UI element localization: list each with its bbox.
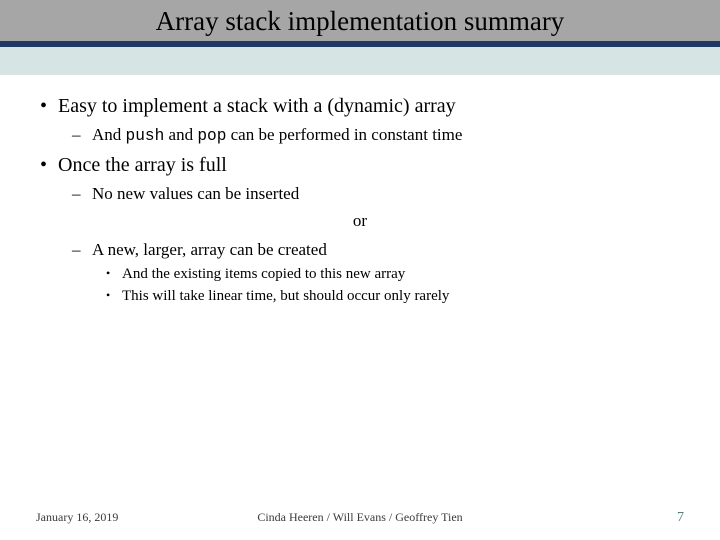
bullet-text: A new, larger, array can be created [92,240,327,259]
slide-footer: January 16, 2019 Cinda Heeren / Will Eva… [0,510,720,526]
slide-content: Easy to implement a stack with a (dynami… [0,75,720,540]
sub-sub-list: And the existing items copied to this ne… [92,264,684,307]
bullet-1: Easy to implement a stack with a (dynami… [36,93,684,148]
footer-authors: Cinda Heeren / Will Evans / Geoffrey Tie… [0,510,720,525]
sub-list: A new, larger, array can be created And … [58,239,684,306]
slide-title: Array stack implementation summary [0,6,720,37]
sub-list: And push and pop can be performed in con… [58,124,684,148]
bullet-text: Easy to implement a stack with a (dynami… [58,95,456,117]
text-fragment: and [164,125,197,144]
bullet-2-2-2: This will take linear time, but should o… [92,286,684,306]
bullet-text: And the existing items copied to this ne… [122,266,405,282]
text-fragment: And [92,125,126,144]
bullet-2-2-1: And the existing items copied to this ne… [92,264,684,284]
or-separator: or [36,208,684,235]
text-fragment: can be performed in constant time [226,125,462,144]
bullet-1-1: And push and pop can be performed in con… [58,124,684,148]
bullet-2-1: No new values can be inserted [58,183,684,206]
bullet-text: No new values can be inserted [92,184,299,203]
slide-header: Array stack implementation summary [0,0,720,75]
slide: Array stack implementation summary Easy … [0,0,720,540]
bullet-2-2: A new, larger, array can be created And … [58,239,684,306]
code-push: push [126,127,165,145]
bullet-text: This will take linear time, but should o… [122,288,449,304]
sub-list: No new values can be inserted [58,183,684,206]
code-pop: pop [197,127,226,145]
bullet-2: Once the array is full No new values can… [36,152,684,306]
title-bar: Array stack implementation summary [0,0,720,41]
bullet-text: Once the array is full [58,154,227,176]
divider-teal [0,47,720,75]
bullet-list: Easy to implement a stack with a (dynami… [36,93,684,306]
